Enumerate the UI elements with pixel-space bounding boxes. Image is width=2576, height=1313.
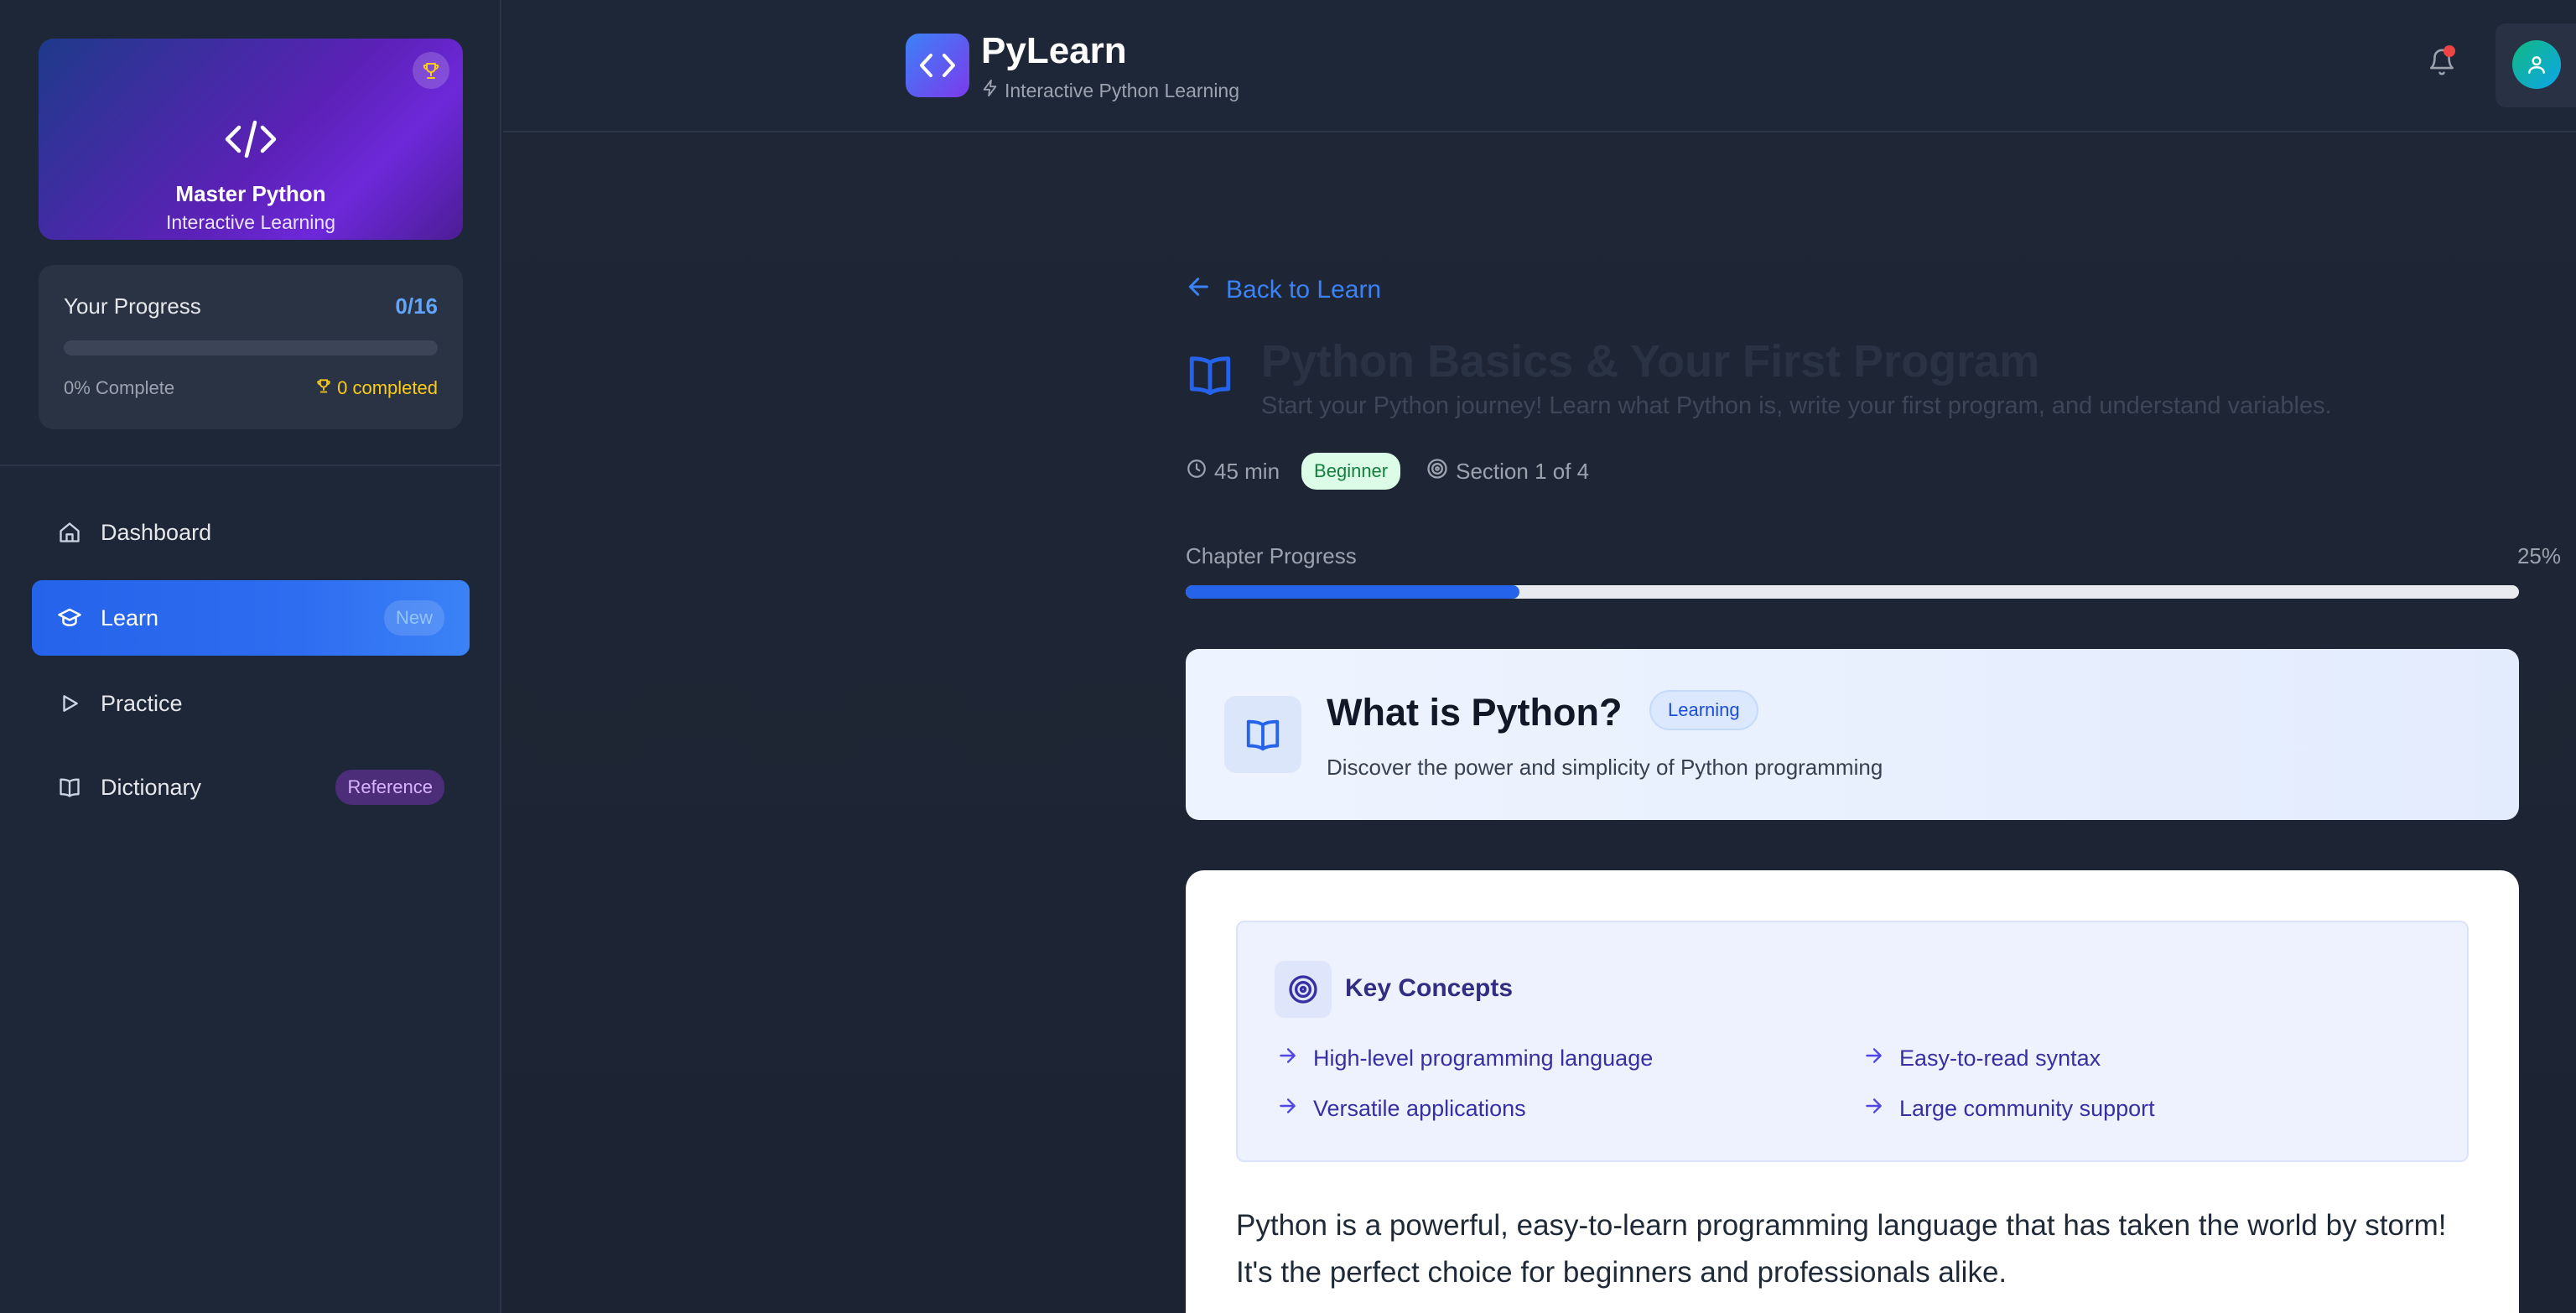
progress-bar bbox=[64, 340, 438, 355]
user-menu[interactable] bbox=[2496, 23, 2576, 107]
duration: 45 min bbox=[1186, 458, 1280, 485]
chapter-description: Start your Python journey! Learn what Py… bbox=[1261, 392, 2332, 419]
duration-text: 45 min bbox=[1214, 458, 1280, 484]
brand-subtitle: Interactive Learning bbox=[165, 211, 335, 233]
app-title: PyLearn bbox=[981, 30, 1127, 71]
concept-item: Versatile applications bbox=[1276, 1095, 1526, 1123]
completed-count: 0 completed bbox=[315, 377, 438, 399]
reference-badge: Reference bbox=[335, 770, 444, 805]
lightning-icon bbox=[981, 79, 1000, 102]
sidebar-item-label: Learn bbox=[101, 605, 159, 631]
arrow-right-icon bbox=[1276, 1095, 1298, 1123]
chapter-title: Python Basics & Your First Program bbox=[1261, 336, 2040, 387]
chapter-progress-percent: 25% bbox=[2516, 543, 2561, 568]
arrow-right-icon bbox=[1862, 1045, 1884, 1072]
completed-label: 0 completed bbox=[337, 377, 438, 398]
graduation-cap-icon bbox=[57, 605, 82, 631]
concept-label: Large community support bbox=[1899, 1096, 2155, 1121]
avatar[interactable] bbox=[2512, 40, 2561, 89]
trophy-icon bbox=[413, 52, 449, 89]
back-label: Back to Learn bbox=[1226, 276, 1382, 304]
tagline-text: Interactive Python Learning bbox=[1005, 79, 1240, 101]
learning-badge: Learning bbox=[1649, 690, 1758, 731]
clock-icon bbox=[1186, 458, 1208, 485]
arrow-left-icon bbox=[1186, 273, 1213, 307]
progress-card: Your Progress 0/16 0% Complete 0 complet… bbox=[39, 265, 463, 429]
notifications-button[interactable] bbox=[2423, 45, 2460, 82]
concept-item: High-level programming language bbox=[1276, 1045, 1653, 1072]
chapter-progress-label: Chapter Progress bbox=[1186, 543, 1357, 568]
concept-label: Easy-to-read syntax bbox=[1899, 1046, 2101, 1071]
app-logo[interactable] bbox=[906, 34, 969, 97]
new-badge: New bbox=[383, 600, 444, 636]
sidebar-item-dictionary[interactable]: Dictionary Reference bbox=[32, 750, 470, 825]
brand-card[interactable]: Master Python Interactive Learning bbox=[39, 39, 463, 240]
section-header-card: What is Python? Learning Discover the po… bbox=[1186, 649, 2519, 820]
concept-item: Easy-to-read syntax bbox=[1862, 1045, 2101, 1072]
back-to-learn-link[interactable]: Back to Learn bbox=[1186, 273, 1381, 307]
main-content: Back to Learn Python Basics & Your First… bbox=[503, 134, 2576, 1313]
arrow-right-icon bbox=[1862, 1095, 1884, 1123]
play-icon bbox=[57, 691, 82, 716]
section-title-text: What is Python? bbox=[1327, 691, 1623, 734]
lesson-intro-text: Python is a powerful, easy-to-learn prog… bbox=[1236, 1209, 2447, 1289]
section-title: What is Python? Learning bbox=[1327, 690, 1758, 735]
sidebar-item-practice[interactable]: Practice bbox=[32, 666, 470, 741]
sidebar-item-label: Dictionary bbox=[101, 774, 202, 800]
chapter-progress-bar bbox=[1186, 585, 2519, 599]
concept-label: High-level programming language bbox=[1313, 1046, 1654, 1071]
lesson-content-card: Key Concepts High-level programming lang… bbox=[1186, 870, 2519, 1313]
progress-percent: 0% Complete bbox=[64, 377, 175, 398]
sidebar-item-dashboard[interactable]: Dashboard bbox=[32, 495, 470, 570]
sidebar-item-label: Dashboard bbox=[101, 519, 212, 545]
book-open-icon bbox=[1224, 696, 1301, 773]
chapter-progress-fill bbox=[1186, 585, 1519, 599]
trophy-icon bbox=[315, 377, 332, 399]
chapter-meta: 45 min Beginner Section 1 of 4 bbox=[1186, 453, 1589, 490]
sidebar-item-learn[interactable]: Learn New bbox=[32, 580, 470, 656]
app-tagline: Interactive Python Learning bbox=[981, 79, 1239, 102]
concept-label: Versatile applications bbox=[1313, 1096, 1526, 1121]
book-open-icon bbox=[1186, 350, 1234, 399]
home-icon bbox=[57, 520, 82, 545]
code-icon bbox=[39, 119, 463, 159]
notification-dot bbox=[2444, 45, 2455, 57]
code-icon bbox=[920, 54, 955, 77]
arrow-right-icon bbox=[1276, 1045, 1298, 1072]
book-icon bbox=[57, 775, 82, 800]
section-subtitle: Discover the power and simplicity of Pyt… bbox=[1327, 755, 1883, 780]
brand-title: Master Python bbox=[175, 181, 326, 206]
user-icon bbox=[2528, 56, 2545, 74]
key-concepts-title: Key Concepts bbox=[1345, 974, 1514, 1002]
sidebar-item-label: Practice bbox=[101, 690, 183, 716]
target-icon bbox=[1426, 457, 1449, 486]
level-badge: Beginner bbox=[1301, 453, 1401, 490]
target-icon bbox=[1275, 961, 1332, 1018]
progress-count: 0/16 bbox=[395, 293, 438, 319]
section-text: Section 1 of 4 bbox=[1456, 458, 1590, 484]
progress-title: Your Progress bbox=[64, 293, 201, 319]
top-header: PyLearn Interactive Python Learning bbox=[503, 0, 2576, 132]
sidebar-divider bbox=[0, 464, 500, 466]
sidebar: Master Python Interactive Learning Your … bbox=[0, 0, 501, 1313]
concept-item: Large community support bbox=[1862, 1095, 2155, 1123]
section-indicator: Section 1 of 4 bbox=[1426, 457, 1589, 486]
key-concepts-box: Key Concepts High-level programming lang… bbox=[1236, 921, 2469, 1162]
